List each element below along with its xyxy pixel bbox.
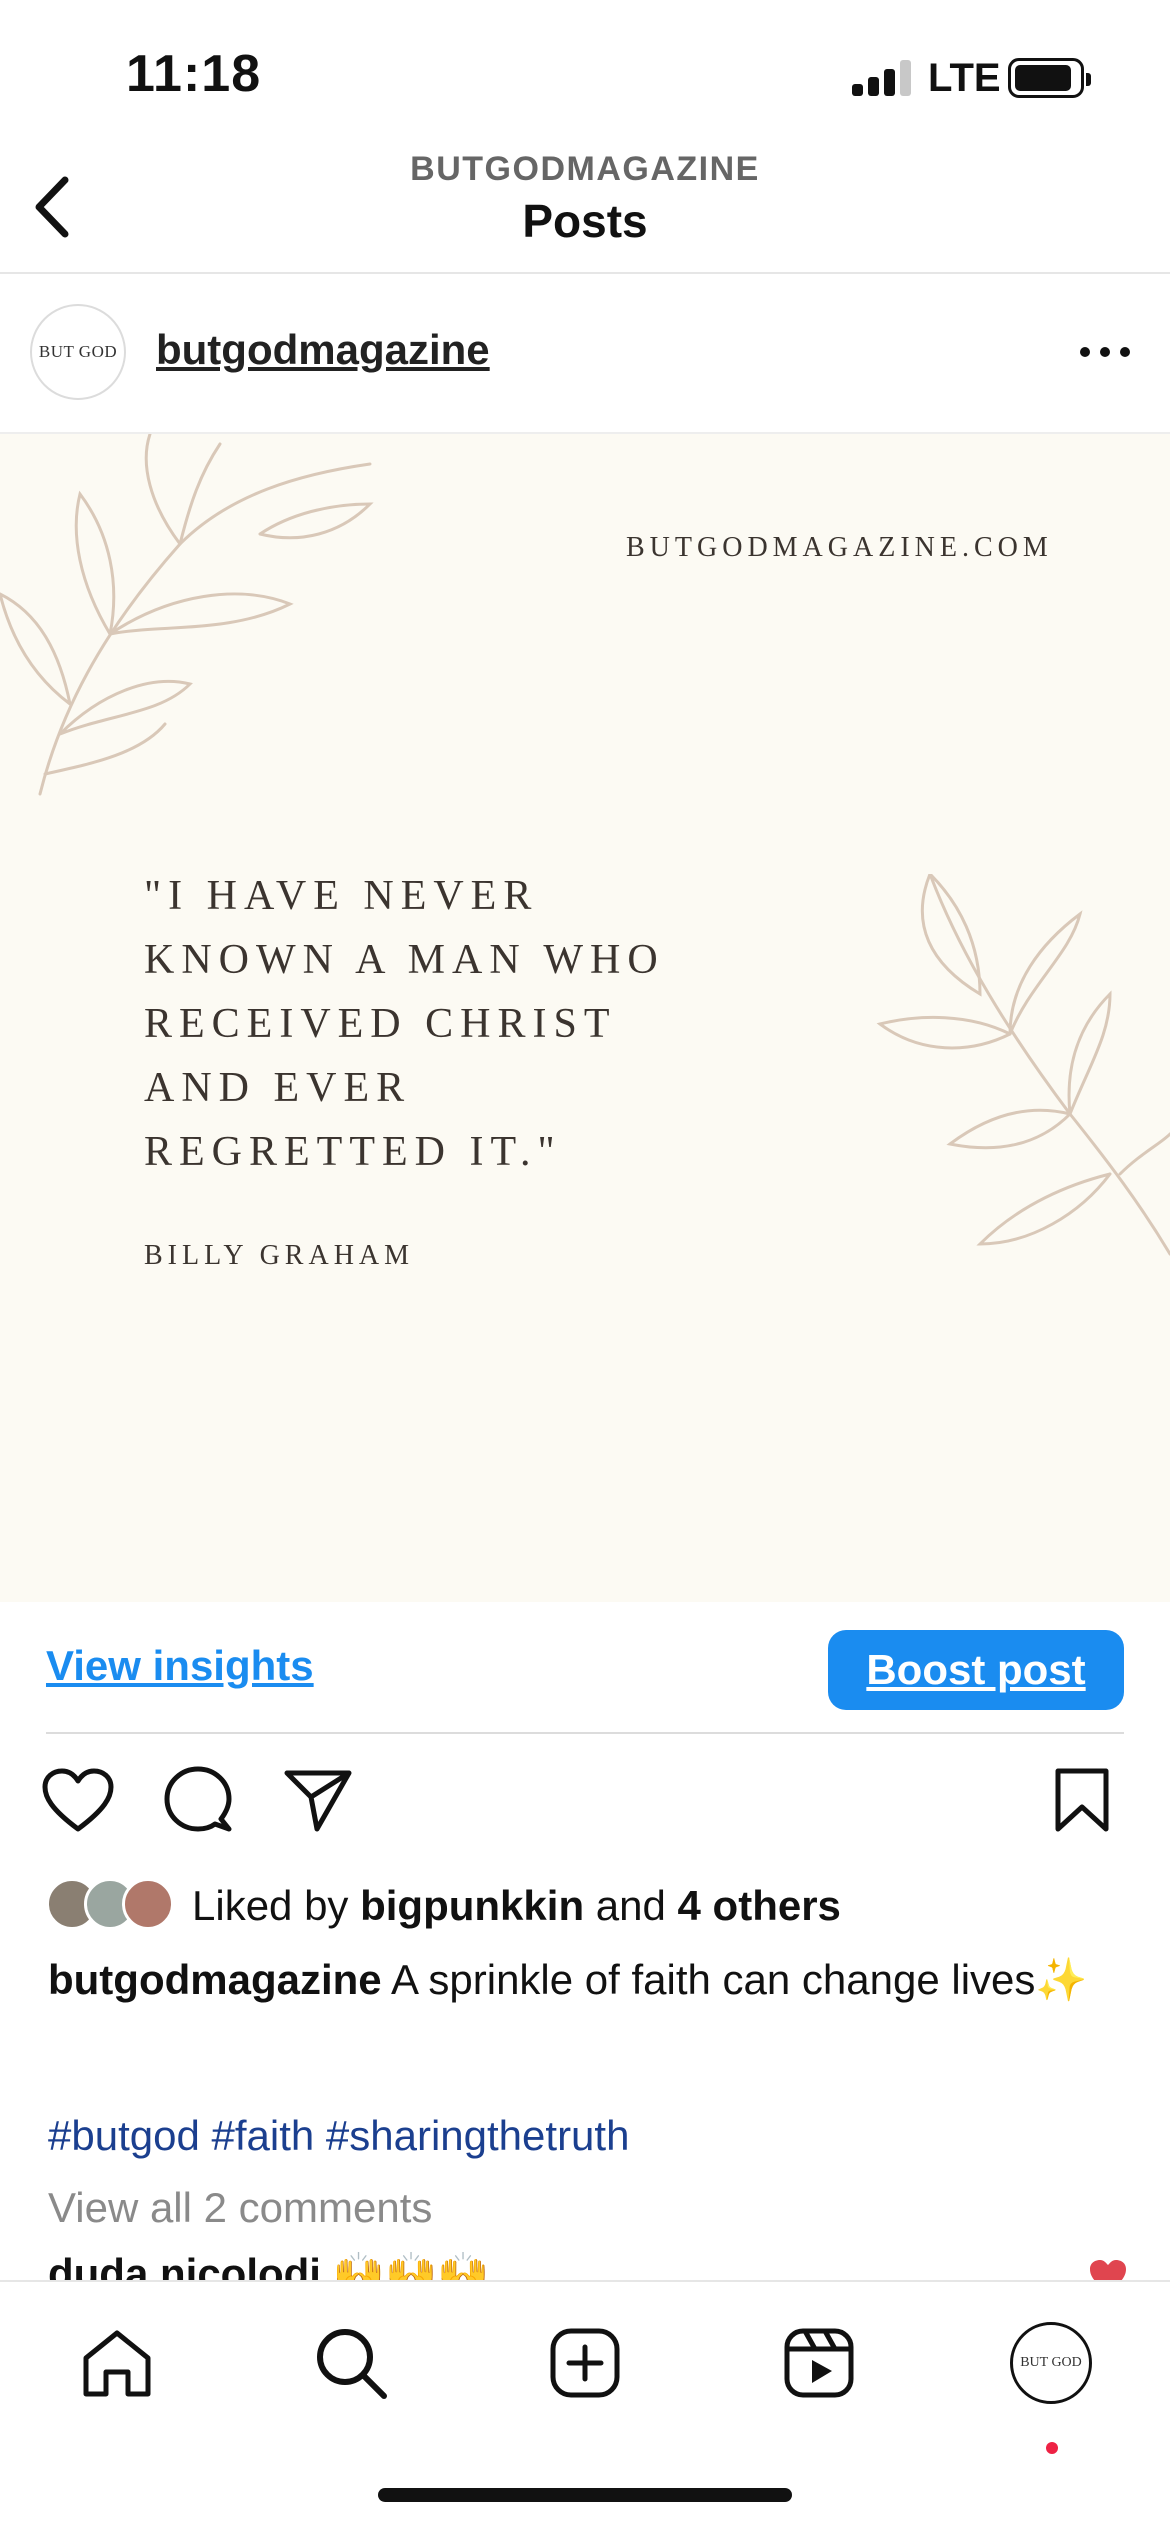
comment-like-heart-icon[interactable] xyxy=(1088,2258,1128,2280)
liker-avatar xyxy=(122,1878,174,1930)
likes-others[interactable]: 4 others xyxy=(678,1882,841,1929)
insights-row: View insights Boost post xyxy=(46,1602,1124,1734)
post-caption: butgodmagazine A sprinkle of faith can c… xyxy=(48,1956,1128,2004)
status-time: 11:18 xyxy=(126,45,262,103)
page-title: Posts xyxy=(522,195,648,247)
profile-avatar: BUT GOD xyxy=(1010,2322,1092,2404)
home-icon[interactable] xyxy=(72,2318,162,2408)
page-header: BUTGODMAGAZINE Posts xyxy=(0,150,1170,274)
image-quote-author: BILLY GRAHAM xyxy=(144,1240,415,1271)
avatar-logo-text: BUT GOD xyxy=(38,342,118,361)
comment-icon[interactable] xyxy=(158,1760,238,1840)
home-indicator[interactable] xyxy=(378,2488,792,2502)
profile-tab[interactable]: BUT GOD xyxy=(1006,2318,1096,2408)
caption-text: A sprinkle of faith can change lives✨ xyxy=(381,1956,1088,2003)
comment-preview-text: duda.nicolodi 🙌🙌🙌 xyxy=(48,2252,490,2280)
signal-icon xyxy=(852,60,912,96)
image-quote-text: "I HAVE NEVER KNOWN A MAN WHO RECEIVED C… xyxy=(144,873,665,1175)
header-account: BUTGODMAGAZINE xyxy=(410,150,760,188)
author-avatar[interactable]: BUT GOD xyxy=(30,304,126,400)
author-username[interactable]: butgodmagazine xyxy=(156,326,490,374)
like-heart-icon[interactable] xyxy=(38,1760,118,1840)
post-hashtags[interactable]: #butgod #faith #sharingthetruth xyxy=(48,2112,629,2160)
leaf-decoration-icon xyxy=(876,874,1170,1256)
save-bookmark-icon[interactable] xyxy=(1042,1760,1122,1840)
post-author-row: BUT GOD butgodmagazine xyxy=(0,274,1170,434)
image-website-text: BUTGODMAGAZINE.COM xyxy=(626,532,1053,563)
post-image[interactable]: BUTGODMAGAZINE.COM "I HAVE NEVER KNOWN A… xyxy=(0,434,1170,1602)
likes-summary: Liked by bigpunkkin and 4 others xyxy=(192,1882,841,1929)
likes-row[interactable]: Liked by bigpunkkin and 4 others xyxy=(46,1876,1146,1936)
share-send-icon[interactable] xyxy=(278,1760,358,1840)
status-bar: 11:18 LTE xyxy=(0,0,1170,150)
view-insights-link[interactable]: View insights xyxy=(46,1642,314,1690)
notification-dot xyxy=(1046,2442,1058,2454)
battery-icon xyxy=(1008,58,1091,98)
search-icon[interactable] xyxy=(306,2318,396,2408)
caption-author[interactable]: butgodmagazine xyxy=(48,1956,382,2003)
reels-icon[interactable] xyxy=(774,2318,864,2408)
network-label: LTE xyxy=(928,56,1001,100)
comment-preview[interactable]: duda.nicolodi 🙌🙌🙌 xyxy=(48,2252,1128,2280)
view-comments-link[interactable]: View all 2 comments xyxy=(48,2184,432,2232)
liker-username[interactable]: bigpunkkin xyxy=(360,1882,584,1929)
post-actions xyxy=(0,1760,1170,1850)
leaf-decoration-icon xyxy=(0,434,374,796)
create-post-icon[interactable] xyxy=(540,2318,630,2408)
boost-post-button[interactable]: Boost post xyxy=(828,1630,1124,1710)
more-options-icon[interactable] xyxy=(1070,330,1140,374)
